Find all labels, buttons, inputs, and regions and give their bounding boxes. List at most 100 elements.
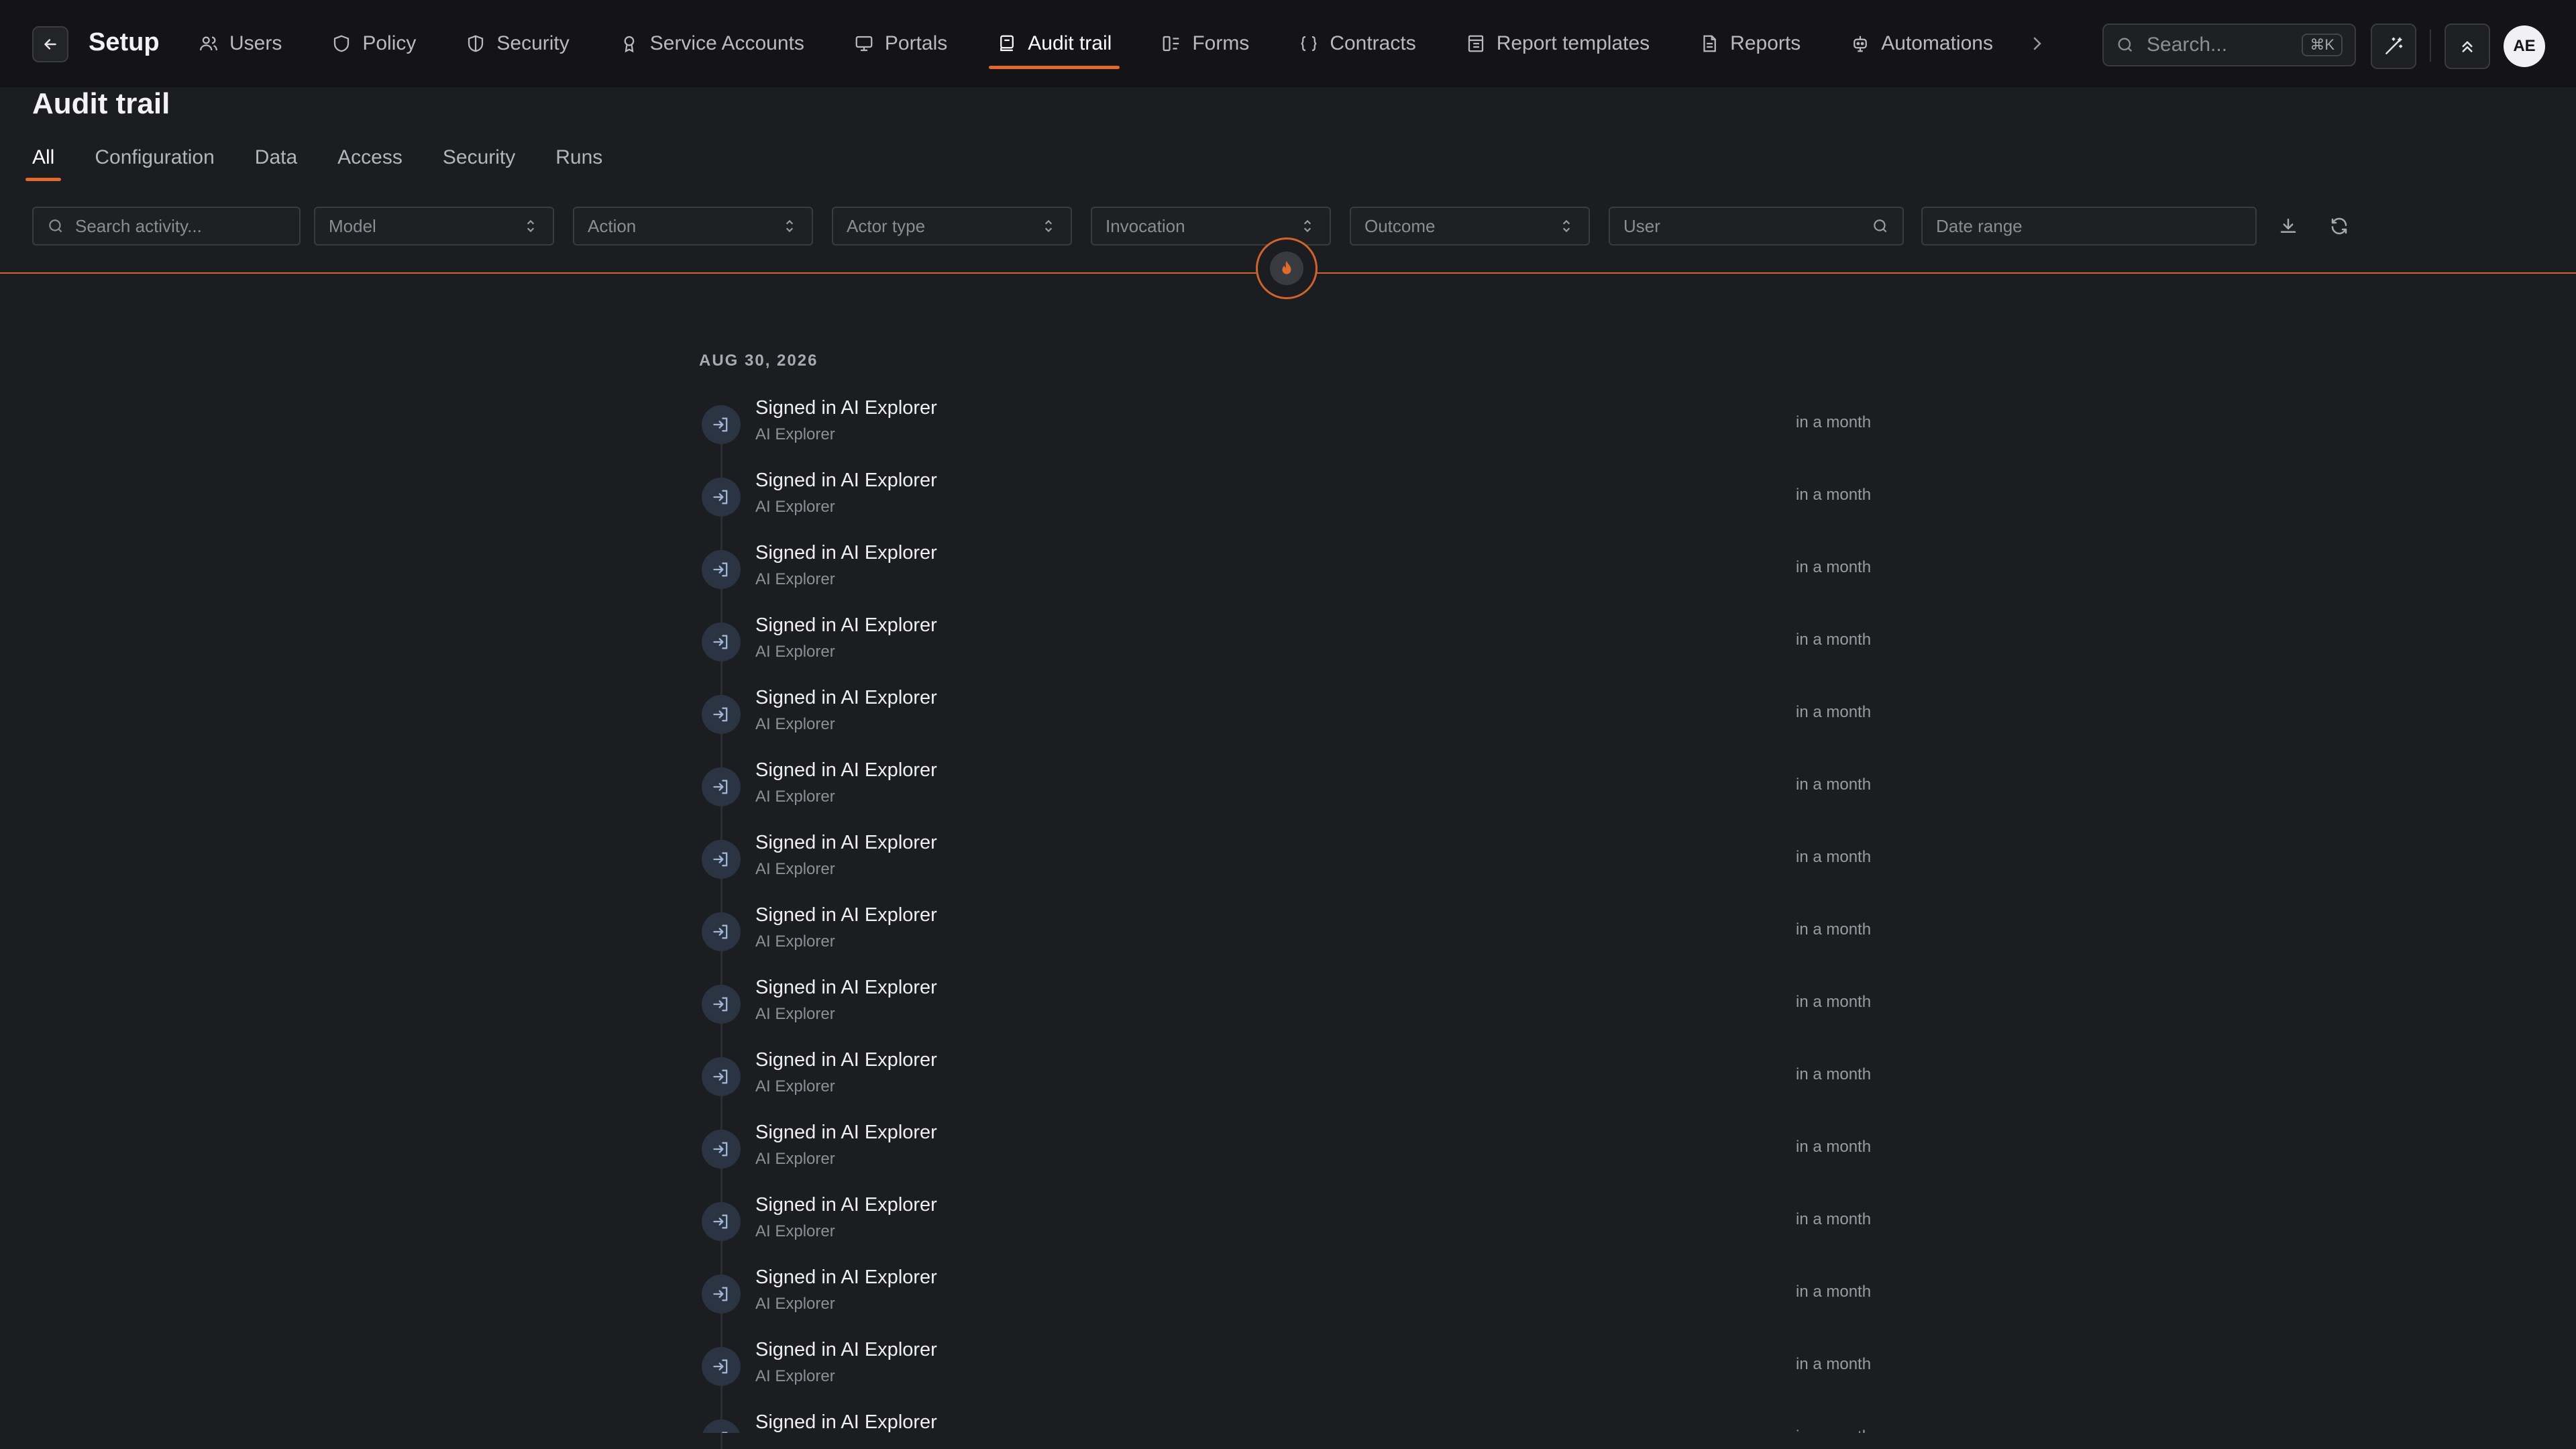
event-title: Signed in AI Explorer xyxy=(755,832,937,853)
event-title: Signed in AI Explorer xyxy=(755,1194,937,1216)
timeline-event[interactable]: Signed in AI Explorer AI Explorer in a m… xyxy=(699,1116,1880,1189)
event-subtitle: AI Explorer xyxy=(755,860,835,878)
timeline-event[interactable]: Signed in AI Explorer AI Explorer in a m… xyxy=(699,1334,1880,1406)
event-title: Signed in AI Explorer xyxy=(755,759,937,781)
nav-more-button[interactable] xyxy=(2019,23,2065,64)
actor-type-select[interactable]: Actor type xyxy=(832,207,1072,246)
nav-item-report-templates[interactable]: Report templates xyxy=(1458,23,1658,64)
tab-data[interactable]: Data xyxy=(255,146,297,181)
model-select[interactable]: Model xyxy=(314,207,554,246)
event-title: Signed in AI Explorer xyxy=(755,542,937,564)
event-time: in a month xyxy=(1796,486,1872,504)
search-icon xyxy=(1874,219,1887,233)
chevron-updown-icon xyxy=(1562,219,1570,233)
event-subtitle: AI Explorer xyxy=(755,1077,835,1095)
nav-label: Automations xyxy=(1881,32,1993,54)
action-select-label: Action xyxy=(588,215,637,236)
search-icon xyxy=(2118,38,2133,52)
shield-icon xyxy=(468,35,484,52)
nav-label: Reports xyxy=(1730,32,1801,54)
nav-item-reports[interactable]: Reports xyxy=(1691,23,1809,64)
timeline-event[interactable]: Signed in AI Explorer AI Explorer in a m… xyxy=(699,754,1880,826)
nav-label: Security xyxy=(496,32,570,54)
event-subtitle: AI Explorer xyxy=(755,1150,835,1168)
event-subtitle: AI Explorer xyxy=(755,1222,835,1240)
event-icon-badge xyxy=(702,1347,741,1386)
event-icon-badge xyxy=(702,767,741,806)
sign-in-icon xyxy=(713,997,728,1012)
search-placeholder: Search activity... xyxy=(75,215,202,236)
nav-item-users[interactable]: Users xyxy=(191,23,290,64)
nav-item-audit-trail[interactable]: Audit trail xyxy=(989,23,1120,69)
download-button[interactable] xyxy=(2275,213,2301,239)
user-filter-input[interactable]: User xyxy=(1609,207,1904,246)
refresh-icon xyxy=(2331,217,2347,235)
timeline-event[interactable]: Signed in AI Explorer AI Explorer in a m… xyxy=(699,1189,1880,1261)
event-subtitle: AI Explorer xyxy=(755,1295,835,1313)
sign-in-icon xyxy=(713,1287,728,1301)
nav-label: Policy xyxy=(362,32,417,54)
event-time: in a month xyxy=(1796,631,1872,649)
event-icon-badge xyxy=(702,1130,741,1169)
timeline-event[interactable]: Signed in AI Explorer AI Explorer in a m… xyxy=(699,537,1880,609)
date-range-placeholder: Date range xyxy=(1936,215,2023,236)
tab-configuration[interactable]: Configuration xyxy=(95,146,214,181)
timeline-event[interactable]: Signed in AI Explorer AI Explorer in a m… xyxy=(699,971,1880,1044)
refresh-button[interactable] xyxy=(2326,213,2352,239)
event-subtitle: AI Explorer xyxy=(755,1367,835,1385)
braces-icon xyxy=(1301,36,1317,52)
main-nav: Users Policy Security Service Accounts P… xyxy=(191,0,2099,87)
date-group-header: AUG 30, 2026 xyxy=(699,352,818,370)
nav-label: Users xyxy=(229,32,282,54)
nav-item-policy[interactable]: Policy xyxy=(323,23,424,64)
event-icon-badge xyxy=(702,405,741,444)
timeline-event[interactable]: Signed in AI Explorer AI Explorer in a m… xyxy=(699,464,1880,537)
sign-in-icon xyxy=(713,417,728,432)
collapse-header-button[interactable] xyxy=(2445,23,2490,69)
timeline-event[interactable]: Signed in AI Explorer AI Explorer in a m… xyxy=(699,1406,1880,1433)
sign-in-icon xyxy=(713,562,728,577)
activity-search-input[interactable]: Search activity... xyxy=(32,207,301,246)
chevron-updown-icon xyxy=(527,219,535,233)
event-time: in a month xyxy=(1796,558,1872,576)
chevron-updown-icon xyxy=(786,219,794,233)
outcome-select[interactable]: Outcome xyxy=(1350,207,1590,246)
timeline-event[interactable]: Signed in AI Explorer AI Explorer in a m… xyxy=(699,826,1880,899)
sign-in-icon xyxy=(713,924,728,939)
date-range-input[interactable]: Date range xyxy=(1921,207,2257,246)
shield-outline-icon xyxy=(334,35,350,52)
nav-label: Contracts xyxy=(1330,32,1416,54)
nav-label: Portals xyxy=(884,32,948,54)
timeline-event[interactable]: Signed in AI Explorer AI Explorer in a m… xyxy=(699,609,1880,682)
timeline-event[interactable]: Signed in AI Explorer AI Explorer in a m… xyxy=(699,1044,1880,1116)
nav-item-contracts[interactable]: Contracts xyxy=(1291,23,1424,64)
tab-runs[interactable]: Runs xyxy=(555,146,602,181)
actor-type-select-label: Actor type xyxy=(847,215,926,236)
live-indicator-button[interactable] xyxy=(1256,237,1318,299)
magic-wand-button[interactable] xyxy=(2371,23,2416,69)
tab-security[interactable]: Security xyxy=(443,146,515,181)
global-search-input[interactable]: Search... ⌘K xyxy=(2102,23,2356,66)
event-subtitle: AI Explorer xyxy=(755,932,835,951)
back-button[interactable] xyxy=(32,26,68,62)
nav-item-security[interactable]: Security xyxy=(458,23,577,64)
timeline-event[interactable]: Signed in AI Explorer AI Explorer in a m… xyxy=(699,682,1880,754)
event-icon-badge xyxy=(702,985,741,1024)
page-title: Audit trail xyxy=(32,87,170,120)
nav-item-automations[interactable]: Automations xyxy=(1842,23,2001,64)
event-time: in a month xyxy=(1796,920,1872,938)
timeline-event[interactable]: Signed in AI Explorer AI Explorer in a m… xyxy=(699,899,1880,971)
user-avatar[interactable]: AE xyxy=(2504,25,2545,67)
model-select-label: Model xyxy=(329,215,376,236)
nav-item-service-accounts[interactable]: Service Accounts xyxy=(611,23,812,64)
download-icon xyxy=(2280,218,2296,233)
timeline-event[interactable]: Signed in AI Explorer AI Explorer in a m… xyxy=(699,392,1880,464)
tab-all[interactable]: All xyxy=(25,146,62,181)
action-select[interactable]: Action xyxy=(573,207,813,246)
event-icon-badge xyxy=(702,912,741,951)
nav-item-forms[interactable]: Forms xyxy=(1153,23,1257,64)
nav-item-portals[interactable]: Portals xyxy=(846,23,955,64)
event-icon-badge xyxy=(702,1419,741,1433)
tab-access[interactable]: Access xyxy=(337,146,402,181)
timeline-event[interactable]: Signed in AI Explorer AI Explorer in a m… xyxy=(699,1261,1880,1334)
